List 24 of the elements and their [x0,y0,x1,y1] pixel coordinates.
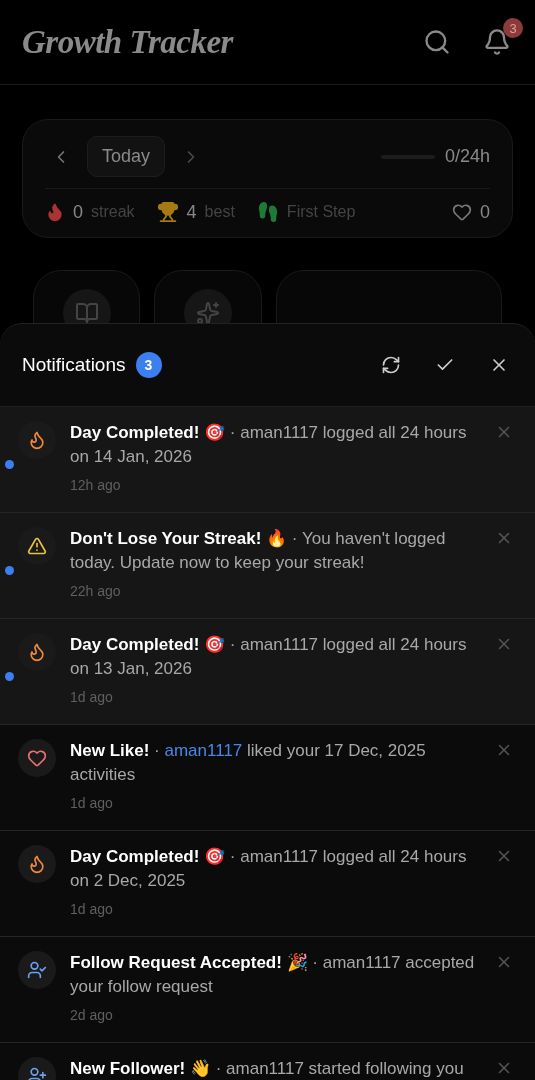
hours-reading: 0/24h [444,146,490,167]
stat-value: 4 [186,201,197,223]
notification-text: New Like! · aman1117 liked your 17 Dec, 2025 activities [70,740,427,786]
notification-text: Day Completed! 🎯 · aman1117 logged all 24 hours on 14 Jan, 2026 [70,422,468,468]
notification-text: New Follower! 👋 · aman1117 started following you [70,1058,465,1080]
stat-value: 0 [73,201,83,223]
stat-label: streak [91,203,135,221]
notification-text: Day Completed! 🎯 · aman1117 logged all 24 hours on 2 Dec, 2025 [70,846,468,892]
notification-text: Don't Lose Your Streak! 🔥 · You haven't logged today. Update now to keep your streak! [70,528,447,574]
notification-time: 1d ago [70,901,114,917]
notification-time: 1d ago [70,689,114,705]
notification-text: Follow Request Accepted! 🎉 · aman1117 accepted your follow request [70,952,476,998]
app-logo: Growth Tracker [22,23,235,61]
notification-count-badge: 3 [503,18,523,38]
stat-label: best [204,203,235,221]
panel-title: Notifications [22,354,126,376]
notification-time: 12h ago [70,477,122,493]
notification-time: 2d ago [70,1007,114,1023]
unread-count-badge: 3 [135,352,162,378]
notification-time: 1d ago [70,795,114,811]
notification-text: Day Completed! 🎯 · aman1117 logged all 24 hours on 13 Jan, 2026 [70,634,468,680]
stat-label: First Step [286,203,356,221]
notification-time: 22h ago [70,583,122,599]
stat-value: 0 [480,201,490,223]
